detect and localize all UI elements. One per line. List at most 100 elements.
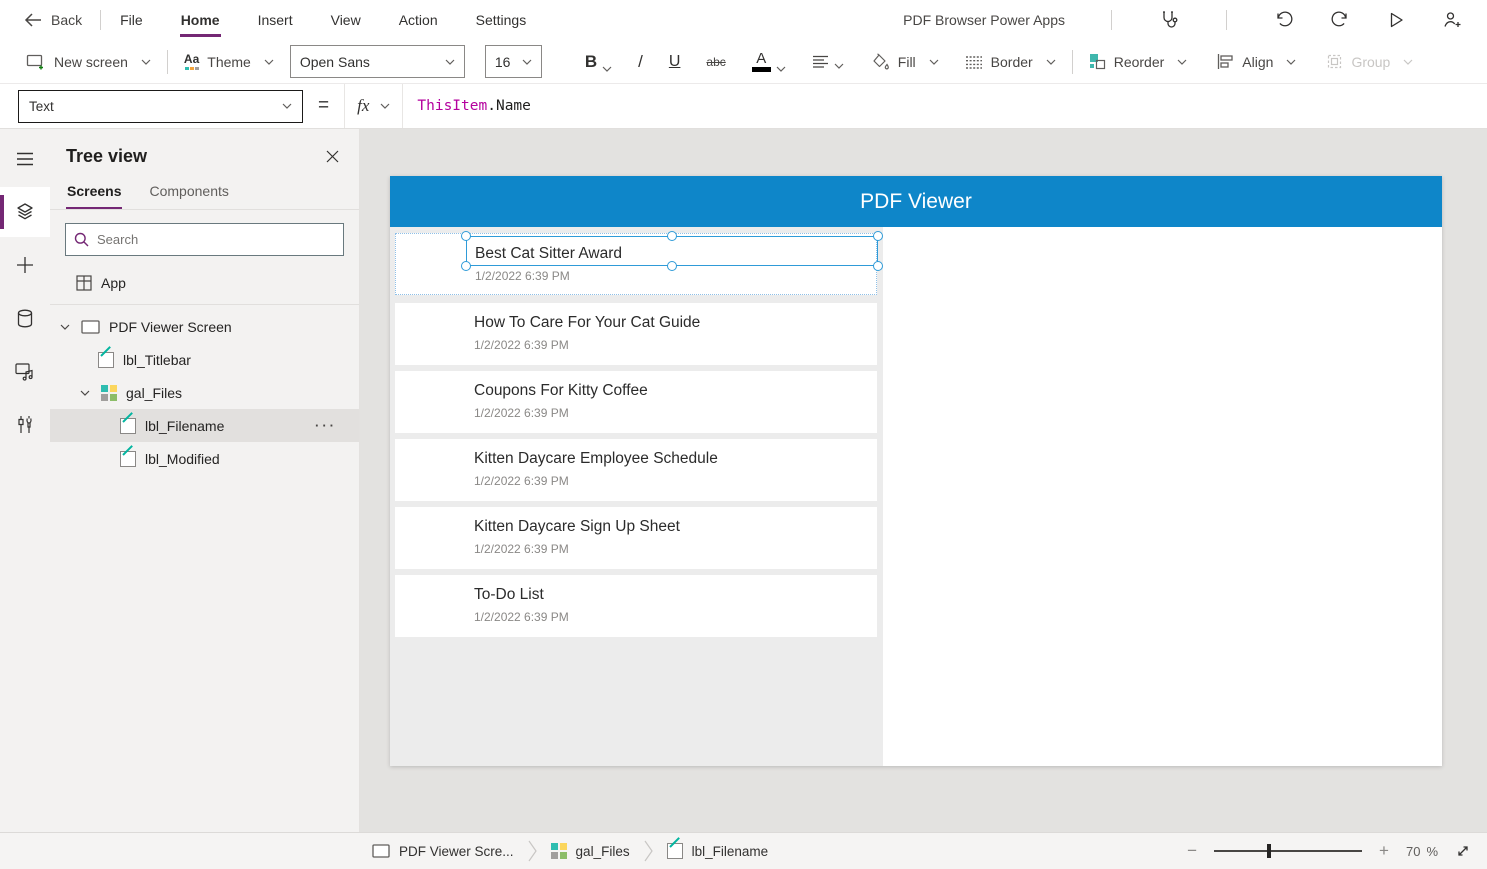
fullscreen-icon[interactable] [1455, 843, 1471, 859]
person-add-icon [1442, 10, 1462, 30]
tree-view-rail-button[interactable] [0, 187, 50, 237]
gallery-item[interactable]: Kitten Daycare Sign Up Sheet 1/2/2022 6:… [395, 507, 877, 569]
border-button[interactable]: Border [965, 54, 1056, 70]
panel-title: Tree view [66, 146, 147, 167]
gallery-item[interactable]: To-Do List 1/2/2022 6:39 PM [395, 575, 877, 637]
app-checker-button[interactable] [1152, 5, 1186, 35]
data-rail-button[interactable] [0, 293, 50, 343]
zoom-slider-thumb[interactable] [1267, 844, 1271, 858]
chevron-down-icon [522, 59, 532, 65]
menu-home[interactable]: Home [180, 3, 221, 37]
font-family-select[interactable]: Open Sans [290, 45, 465, 78]
file-name-label: How To Care For Your Cat Guide [474, 314, 867, 332]
menu-view[interactable]: View [330, 3, 362, 37]
close-panel-button[interactable] [322, 146, 343, 167]
tree-item-app[interactable]: App [50, 266, 359, 299]
menu-settings[interactable]: Settings [475, 3, 528, 37]
gal-files-control[interactable]: Best Cat Sitter Award 1/2/2022 6:39 PM H… [390, 227, 883, 766]
underline-button[interactable]: U [656, 49, 694, 75]
advanced-tools-rail-button[interactable] [0, 399, 50, 449]
tree-item-lbl-modified[interactable]: lbl_Modified [50, 442, 359, 475]
zoom-in-button[interactable]: + [1379, 841, 1389, 861]
divider [167, 50, 168, 74]
lbl-titlebar-control[interactable]: PDF Viewer [390, 176, 1442, 227]
formula-input[interactable]: ThisItem.Name [417, 98, 531, 114]
search-input[interactable] [97, 232, 335, 247]
bold-button[interactable]: B [572, 48, 625, 76]
tree-search[interactable] [65, 223, 344, 256]
redo-button[interactable] [1323, 5, 1357, 35]
tree-item-lbl-titlebar[interactable]: lbl_Titlebar [50, 343, 359, 376]
collapse-menu-button[interactable] [0, 134, 50, 184]
file-modified-label: 1/2/2022 6:39 PM [474, 406, 867, 420]
file-modified-label[interactable]: 1/2/2022 6:39 PM [475, 269, 866, 283]
fill-bucket-icon [871, 53, 890, 71]
menu-file[interactable]: File [119, 3, 144, 37]
formula-bar: Text = fx ThisItem.Name [0, 84, 1487, 129]
breadcrumb-control[interactable]: lbl_Filename [667, 843, 769, 859]
menu-insert[interactable]: Insert [257, 3, 294, 37]
breadcrumb-screen[interactable]: PDF Viewer Scre... [372, 844, 514, 859]
tab-screens[interactable]: Screens [66, 177, 122, 209]
property-select[interactable]: Text [18, 90, 303, 123]
resize-handle-top-center[interactable] [667, 231, 677, 241]
file-name-label: Coupons For Kitty Coffee [474, 382, 867, 400]
close-icon [326, 150, 339, 163]
theme-button[interactable]: Aa Theme [184, 53, 274, 70]
gallery-item[interactable]: Kitten Daycare Employee Schedule 1/2/202… [395, 439, 877, 501]
more-options-button[interactable]: ··· [315, 418, 337, 433]
tree-item-screen[interactable]: PDF Viewer Screen [50, 310, 359, 343]
media-rail-button[interactable] [0, 346, 50, 396]
resize-handle-bottom-right[interactable] [873, 261, 883, 271]
insert-rail-button[interactable] [0, 240, 50, 290]
main-menu: File Home Insert View Action Settings [119, 3, 527, 37]
gallery-item[interactable]: How To Care For Your Cat Guide 1/2/2022 … [395, 303, 877, 365]
breadcrumb-label: gal_Files [576, 844, 630, 859]
resize-handle-top-left[interactable] [461, 231, 471, 241]
chevron-down-icon [1286, 59, 1296, 65]
resize-handle-bottom-left[interactable] [461, 261, 471, 271]
breadcrumb-gallery[interactable]: gal_Files [551, 843, 630, 859]
zoom-out-button[interactable]: − [1187, 841, 1197, 861]
label-control-icon [98, 352, 114, 368]
back-button[interactable]: Back [24, 12, 82, 28]
group-button[interactable]: Group [1326, 53, 1413, 70]
zoom-slider[interactable] [1214, 850, 1362, 852]
undo-button[interactable] [1267, 5, 1301, 35]
media-icon [15, 362, 35, 381]
chevron-down-icon[interactable] [80, 390, 90, 396]
screen-icon [81, 320, 100, 334]
chevron-down-icon [776, 66, 786, 72]
reorder-button[interactable]: Reorder [1089, 53, 1188, 70]
gallery-item-selected[interactable]: Best Cat Sitter Award 1/2/2022 6:39 PM [395, 233, 877, 295]
tab-components[interactable]: Components [148, 177, 229, 209]
menu-action[interactable]: Action [398, 3, 439, 37]
redo-icon [1330, 10, 1350, 30]
fill-button[interactable]: Fill [871, 53, 939, 71]
resize-handle-bottom-center[interactable] [667, 261, 677, 271]
align-objects-button[interactable]: Align [1217, 54, 1296, 70]
italic-button[interactable]: / [625, 48, 656, 76]
font-size-select[interactable]: 16 [485, 45, 542, 78]
fx-menu-button[interactable]: fx [344, 84, 403, 128]
tree-item-gal-files[interactable]: gal_Files [50, 376, 359, 409]
chevron-down-icon[interactable] [60, 324, 70, 330]
tree-item-lbl-filename[interactable]: lbl_Filename ··· [50, 409, 359, 442]
app-artboard[interactable]: PDF Viewer Best Cat Sitter Award 1/2/202… [390, 176, 1442, 766]
share-button[interactable] [1435, 5, 1469, 35]
border-icon [965, 55, 983, 69]
gallery-item[interactable]: Coupons For Kitty Coffee 1/2/2022 6:39 P… [395, 371, 877, 433]
font-color-icon: A [752, 51, 771, 72]
equals-sign: = [318, 95, 329, 117]
new-screen-button[interactable]: New screen [26, 53, 151, 71]
undo-icon [1274, 10, 1294, 30]
font-color-button[interactable]: A [739, 47, 799, 76]
zoom-controls: − + 70% [1187, 841, 1471, 861]
preview-button[interactable] [1379, 5, 1413, 35]
strikethrough-button[interactable]: abc [693, 51, 738, 73]
label-control-icon [120, 451, 136, 467]
text-align-button[interactable] [799, 51, 857, 73]
zoom-percentage: 70% [1406, 844, 1438, 859]
panel-tabs: Screens Components [50, 177, 359, 210]
resize-handle-top-right[interactable] [873, 231, 883, 241]
